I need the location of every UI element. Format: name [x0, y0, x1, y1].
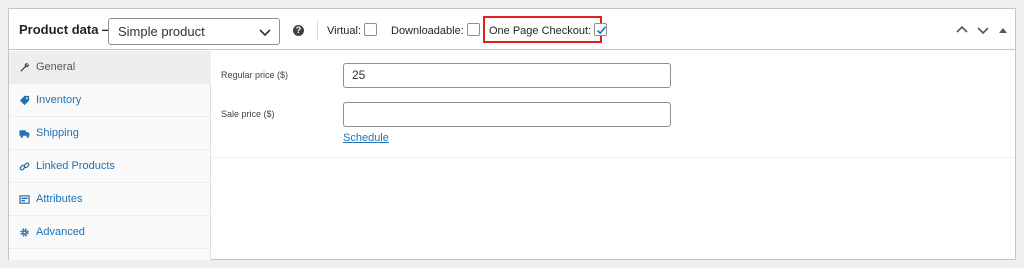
- panel-title: Product data —: [19, 22, 116, 37]
- downloadable-checkbox[interactable]: [466, 23, 480, 36]
- tab-shipping[interactable]: Shipping: [9, 117, 211, 150]
- virtual-label: Virtual:: [327, 24, 362, 37]
- one-page-checkout-checkbox[interactable]: [594, 23, 608, 36]
- pricing-fields: Regular price ($) 25 Sale price ($) Sche…: [212, 51, 1015, 158]
- product-type-select[interactable]: Simple product: [108, 18, 280, 45]
- panel-header: Product data — Simple product ? Virtual:…: [9, 9, 1015, 50]
- header-separator: [317, 21, 318, 40]
- one-page-checkout-option[interactable]: One Page Checkout:: [489, 23, 608, 37]
- tab-shipping-label: Shipping: [36, 127, 79, 139]
- tab-general-label: General: [36, 61, 76, 73]
- link-icon: [19, 161, 30, 170]
- gear-icon: [20, 227, 29, 237]
- regular-price-label: Regular price ($): [221, 70, 289, 80]
- general-panel: Regular price ($) 25 Sale price ($) Sche…: [212, 51, 1015, 260]
- list-icon: [19, 194, 30, 204]
- tab-advanced-label: Advanced: [36, 226, 85, 238]
- tab-inventory[interactable]: Inventory: [9, 84, 211, 117]
- chevron-down-icon: [259, 29, 271, 37]
- one-page-checkout-label: One Page Checkout:: [489, 24, 592, 37]
- move-up-icon[interactable]: [955, 23, 969, 37]
- tab-linked-products-label: Linked Products: [36, 160, 115, 172]
- tag-icon: [19, 95, 30, 105]
- virtual-checkbox[interactable]: [364, 23, 378, 36]
- tab-inventory-label: Inventory: [36, 94, 82, 106]
- downloadable-label: Downloadable:: [391, 24, 464, 37]
- tab-advanced[interactable]: Advanced: [9, 216, 211, 249]
- product-data-tabs: General Inventory Shipping Linked Produc…: [9, 51, 211, 260]
- collapse-toggle-icon[interactable]: [998, 25, 1008, 35]
- sale-price-input[interactable]: [343, 102, 671, 127]
- checkmark-icon: [597, 26, 607, 35]
- tab-attributes-label: Attributes: [36, 193, 83, 205]
- truck-icon: [19, 129, 30, 138]
- help-icon[interactable]: ?: [293, 25, 304, 36]
- product-type-value: Simple product: [118, 24, 205, 39]
- wrench-icon: [20, 62, 29, 72]
- product-data-panel: Product data — Simple product ? Virtual:…: [8, 8, 1016, 260]
- sale-price-label: Sale price ($): [221, 109, 275, 119]
- virtual-option[interactable]: Virtual:: [327, 23, 378, 37]
- tab-general[interactable]: General: [9, 51, 211, 84]
- regular-price-input[interactable]: 25: [343, 63, 671, 88]
- tab-linked-products[interactable]: Linked Products: [9, 150, 211, 183]
- downloadable-option[interactable]: Downloadable:: [391, 23, 480, 37]
- move-down-icon[interactable]: [976, 23, 990, 37]
- tab-attributes[interactable]: Attributes: [9, 183, 211, 216]
- schedule-link[interactable]: Schedule: [343, 132, 389, 144]
